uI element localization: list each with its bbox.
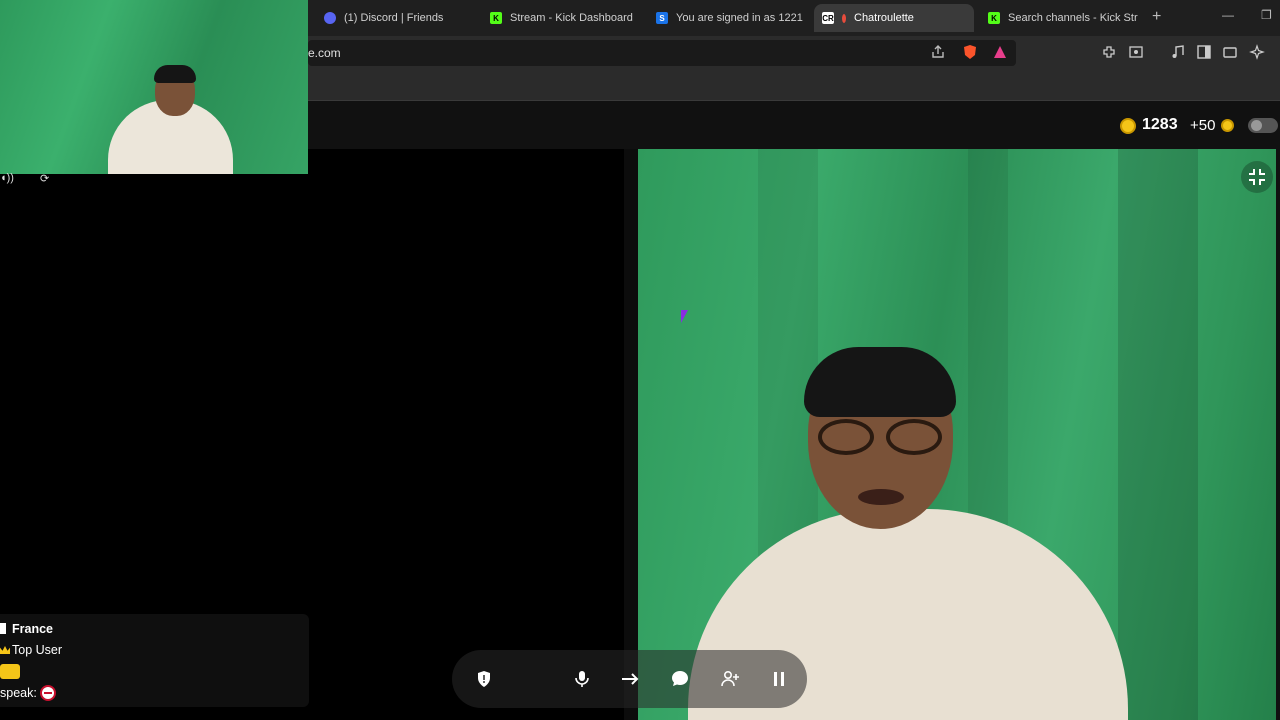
tab-label: Search channels - Kick Str bbox=[1008, 12, 1138, 24]
streamer-durag bbox=[154, 65, 196, 83]
report-shield-icon bbox=[478, 671, 490, 687]
badge-line bbox=[0, 664, 20, 682]
tab-signed-in[interactable]: S You are signed in as 1221 bbox=[648, 4, 808, 32]
coin-balance: 1283 bbox=[1142, 116, 1178, 133]
call-controls bbox=[452, 650, 807, 708]
partner-mouth bbox=[858, 489, 904, 505]
kick-icon: K bbox=[490, 12, 502, 24]
tab-discord[interactable]: (1) Discord | Friends bbox=[316, 4, 476, 32]
leo-ai-icon[interactable] bbox=[1249, 44, 1265, 60]
new-tab-button[interactable]: + bbox=[1152, 8, 1161, 26]
screenshot-icon[interactable] bbox=[1128, 44, 1144, 60]
pause-icon bbox=[774, 672, 784, 686]
tab-label: You are signed in as 1221 bbox=[676, 12, 803, 24]
partner-glasses bbox=[886, 419, 942, 455]
chatroulette-icon: CR bbox=[822, 12, 834, 24]
next-button[interactable] bbox=[610, 650, 650, 708]
next-arrow-icon bbox=[622, 673, 639, 685]
report-button[interactable] bbox=[464, 650, 504, 708]
trophy-badge-icon bbox=[0, 664, 20, 679]
partner-video bbox=[638, 149, 1276, 720]
pane-divider bbox=[624, 149, 638, 720]
partner-glasses bbox=[818, 419, 874, 455]
language-line: speak: bbox=[0, 685, 56, 701]
speaks-label: speak: bbox=[0, 686, 37, 700]
s-icon: S bbox=[656, 12, 668, 24]
crown-icon bbox=[0, 646, 10, 654]
tab-chatroulette[interactable]: CR Chatroulette ✕ bbox=[814, 4, 974, 32]
country-line: France bbox=[0, 622, 53, 636]
country-label: France bbox=[12, 622, 53, 636]
add-friend-icon bbox=[721, 670, 739, 687]
discord-icon bbox=[324, 12, 336, 24]
flag-icon bbox=[0, 623, 6, 634]
mouse-cursor-icon bbox=[681, 310, 692, 323]
url-text: e.com bbox=[308, 46, 341, 60]
pause-button[interactable] bbox=[759, 650, 799, 708]
maximize-icon[interactable]: ❐ bbox=[1261, 8, 1272, 22]
rank-line: Top User bbox=[0, 643, 62, 657]
coin-bonus: +50 bbox=[1190, 117, 1216, 134]
chat-bubble-icon bbox=[672, 671, 688, 686]
brave-shield-icon[interactable] bbox=[962, 44, 978, 60]
microphone-icon bbox=[575, 671, 589, 687]
tab-label: (1) Discord | Friends bbox=[344, 12, 444, 24]
exit-fullscreen-button[interactable] bbox=[1241, 161, 1273, 193]
media-icon[interactable] bbox=[1170, 44, 1186, 60]
extensions-icon[interactable] bbox=[1101, 44, 1117, 60]
coin-icon bbox=[1120, 118, 1136, 134]
partner-durag bbox=[804, 347, 956, 417]
theme-toggle[interactable] bbox=[1248, 118, 1278, 133]
streamer-webcam-overlay bbox=[0, 0, 308, 174]
tab-kick-search[interactable]: K Search channels - Kick Str bbox=[980, 4, 1140, 32]
address-bar[interactable]: e.com bbox=[308, 40, 1016, 66]
curtain-fold bbox=[1118, 149, 1198, 720]
share-icon[interactable] bbox=[930, 44, 946, 60]
minimize-icon[interactable]: — bbox=[1222, 8, 1234, 22]
recording-icon bbox=[842, 13, 846, 23]
tab-label: Chatroulette bbox=[854, 12, 914, 24]
partner-info-card: France Top User speak: bbox=[0, 614, 309, 707]
tab-kick-dashboard[interactable]: K Stream - Kick Dashboard bbox=[482, 4, 642, 32]
kick-icon: K bbox=[988, 12, 1000, 24]
rank-label: Top User bbox=[12, 643, 63, 657]
volume-icon[interactable]: ◖)) bbox=[0, 172, 14, 184]
microphone-button[interactable] bbox=[562, 650, 602, 708]
wallet-icon[interactable] bbox=[1222, 44, 1238, 60]
brave-rewards-icon[interactable] bbox=[992, 44, 1008, 60]
switch-camera-icon[interactable]: ⟳ bbox=[40, 172, 49, 185]
uk-flag-icon bbox=[39, 685, 56, 701]
tab-label: Stream - Kick Dashboard bbox=[510, 12, 633, 24]
sidebar-icon[interactable] bbox=[1196, 44, 1212, 60]
add-friend-button[interactable] bbox=[710, 650, 750, 708]
coin-icon bbox=[1221, 119, 1234, 132]
collapse-icon bbox=[1249, 169, 1265, 185]
chat-button[interactable] bbox=[660, 650, 700, 708]
